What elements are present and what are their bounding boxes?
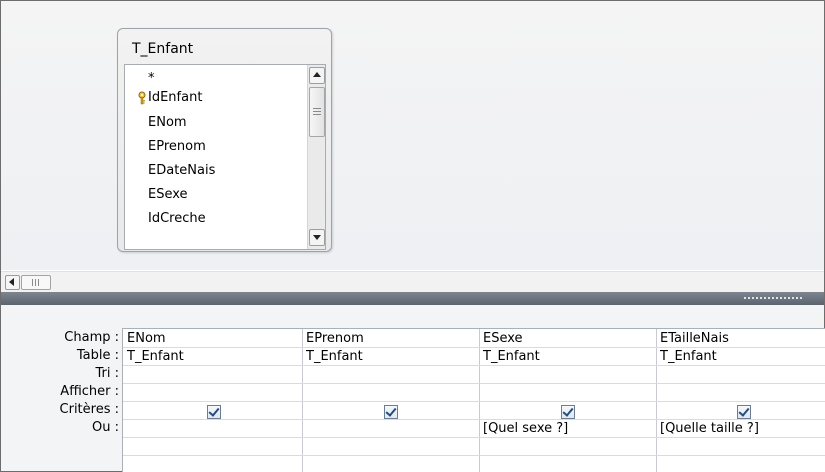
scroll-up-button[interactable] bbox=[309, 67, 325, 84]
scroll-left-button[interactable] bbox=[5, 275, 20, 290]
row-label-ou: Ou : bbox=[92, 420, 119, 435]
checkbox-checked-icon[interactable] bbox=[737, 405, 751, 419]
checkbox-checked-icon[interactable] bbox=[384, 405, 398, 419]
field-list-scrollbar[interactable] bbox=[307, 65, 325, 249]
cell-table-3[interactable]: T_Enfant bbox=[483, 349, 540, 364]
cell-table-2[interactable]: T_Enfant bbox=[306, 349, 363, 364]
splitter-grip bbox=[744, 297, 804, 299]
row-label-afficher: Afficher : bbox=[60, 384, 119, 399]
cell-criteres-4[interactable]: [Quelle taille ?] bbox=[660, 421, 759, 436]
cell-criteres-3[interactable]: [Quel sexe ?] bbox=[483, 421, 568, 436]
field-item-idcreche[interactable]: IdCreche bbox=[148, 211, 206, 227]
row-label-tri: Tri : bbox=[95, 366, 120, 381]
table-field-list-box[interactable]: T_Enfant * IdEnfant ENom EPrenom EDateNa… bbox=[117, 28, 332, 252]
cell-champ-1[interactable]: ENom bbox=[127, 331, 166, 346]
scroll-down-button[interactable] bbox=[309, 229, 325, 246]
query-grid-pane: Champ : Table : Tri : Afficher : Critère… bbox=[1, 305, 825, 472]
cell-champ-4[interactable]: ETailleNais bbox=[660, 331, 729, 346]
horizontal-scrollbar[interactable] bbox=[1, 271, 824, 292]
field-label: IdEnfant bbox=[148, 90, 203, 105]
field-item-enom[interactable]: ENom bbox=[148, 115, 187, 131]
arrow-up-icon bbox=[313, 72, 321, 77]
checkbox-checked-icon[interactable] bbox=[561, 405, 575, 419]
key-icon bbox=[138, 91, 146, 105]
row-label-criteres: Critères : bbox=[59, 402, 119, 417]
field-item-all[interactable]: * bbox=[148, 71, 155, 87]
field-item-eprenom[interactable]: EPrenom bbox=[148, 139, 206, 155]
checkbox-checked-icon[interactable] bbox=[207, 405, 221, 419]
table-design-pane[interactable]: T_Enfant * IdEnfant ENom EPrenom EDateNa… bbox=[1, 1, 824, 270]
field-list[interactable]: * IdEnfant ENom EPrenom EDateNais ESexe … bbox=[124, 64, 326, 250]
cell-champ-2[interactable]: EPrenom bbox=[306, 331, 364, 346]
cell-table-1[interactable]: T_Enfant bbox=[127, 349, 184, 364]
row-label-table: Table : bbox=[76, 348, 119, 363]
horizontal-scroll-thumb[interactable] bbox=[21, 275, 51, 290]
cell-champ-3[interactable]: ESexe bbox=[483, 331, 523, 346]
table-title[interactable]: T_Enfant bbox=[132, 41, 193, 57]
field-item-idenfant[interactable]: IdEnfant bbox=[138, 90, 203, 106]
arrow-left-icon bbox=[9, 278, 14, 286]
arrow-down-icon bbox=[313, 235, 321, 240]
cell-table-4[interactable]: T_Enfant bbox=[660, 349, 717, 364]
pane-splitter[interactable] bbox=[1, 292, 824, 305]
query-design-grid[interactable]: ENom T_Enfant EPrenom T_Enfant ESexe T_E… bbox=[122, 328, 825, 472]
scroll-thumb[interactable] bbox=[309, 87, 325, 137]
field-item-esexe[interactable]: ESexe bbox=[148, 187, 188, 203]
field-item-edatenais[interactable]: EDateNais bbox=[148, 163, 215, 179]
row-label-champ: Champ : bbox=[64, 330, 119, 345]
